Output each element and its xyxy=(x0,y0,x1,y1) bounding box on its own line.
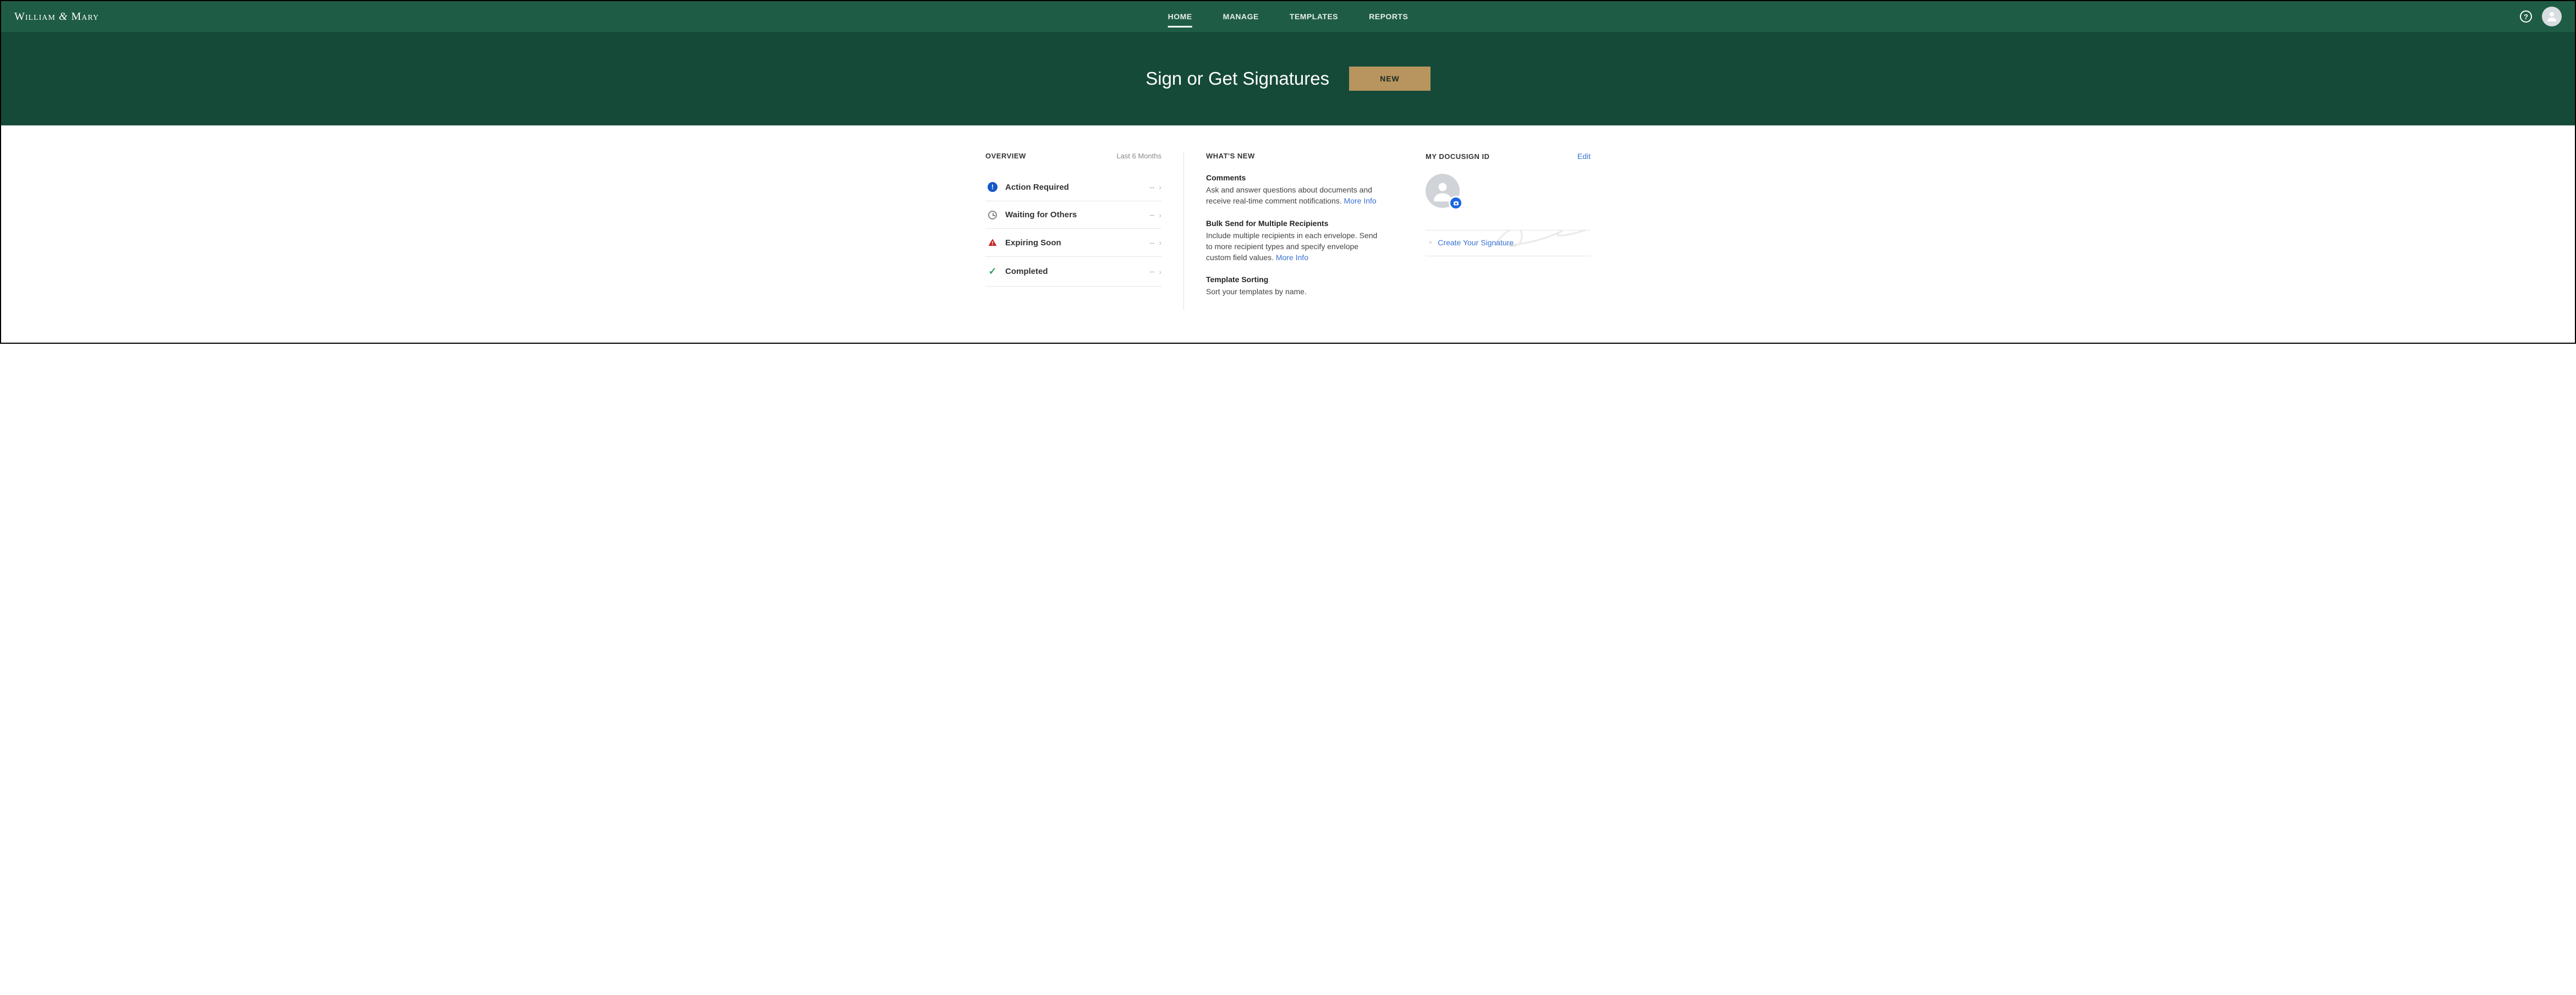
more-info-link[interactable]: More Info xyxy=(1344,196,1377,205)
check-icon: ✓ xyxy=(988,266,996,277)
help-icon[interactable]: ? xyxy=(2520,10,2532,23)
nav-tabs-container: HOME MANAGE TEMPLATES REPORTS xyxy=(1168,1,1408,32)
overview-count: -- xyxy=(1150,239,1155,247)
nav-tab-home[interactable]: HOME xyxy=(1168,1,1192,32)
overview-count: -- xyxy=(1150,183,1155,191)
edit-link[interactable]: Edit xyxy=(1577,152,1591,161)
hero-banner: Sign or Get Signatures NEW xyxy=(1,32,2575,125)
whats-new-item-body: Ask and answer questions about documents… xyxy=(1206,184,1382,207)
chevron-right-icon: › xyxy=(1159,238,1161,247)
chevron-right-icon: › xyxy=(1159,211,1161,219)
upload-photo-button[interactable] xyxy=(1449,196,1463,210)
whats-new-item-title: Bulk Send for Multiple Recipients xyxy=(1206,219,1382,228)
whats-new-item: Template Sorting Sort your templates by … xyxy=(1206,275,1382,297)
whats-new-item-body: Sort your templates by name. xyxy=(1206,286,1382,297)
overview-row-waiting[interactable]: Waiting for Others -- › xyxy=(985,201,1161,229)
bullet-icon: × xyxy=(1429,240,1432,246)
overview-label: Expiring Soon xyxy=(1005,238,1150,248)
whats-new-item: Comments Ask and answer questions about … xyxy=(1206,173,1382,207)
signature-row: × Create Your Signature xyxy=(1426,230,1591,256)
create-signature-link[interactable]: Create Your Signature xyxy=(1438,238,1514,247)
overview-count: -- xyxy=(1150,267,1155,276)
whats-new-item-body: Include multiple recipients in each enve… xyxy=(1206,230,1382,263)
clock-icon xyxy=(988,211,997,219)
chevron-right-icon: › xyxy=(1159,183,1161,191)
person-icon xyxy=(2545,10,2558,23)
overview-panel: OVERVIEW Last 6 Months ! Action Required… xyxy=(963,152,1183,310)
overview-range: Last 6 Months xyxy=(1116,152,1161,160)
profile-photo xyxy=(1426,174,1460,208)
my-docusign-id-panel: MY DOCUSIGN ID Edit xyxy=(1404,152,1613,310)
new-button[interactable]: NEW xyxy=(1349,67,1430,91)
overview-title: OVERVIEW xyxy=(985,152,1026,160)
camera-icon xyxy=(1453,200,1460,207)
whats-new-item-title: Comments xyxy=(1206,173,1382,182)
overview-row-action-required[interactable]: ! Action Required -- › xyxy=(985,173,1161,201)
my-id-title: MY DOCUSIGN ID xyxy=(1426,152,1490,161)
warning-icon xyxy=(985,238,1000,248)
user-avatar[interactable] xyxy=(2542,7,2562,26)
chevron-right-icon: › xyxy=(1159,267,1161,276)
overview-row-expiring[interactable]: Expiring Soon -- › xyxy=(985,229,1161,257)
nav-tab-templates[interactable]: TEMPLATES xyxy=(1290,1,1338,32)
hero-title: Sign or Get Signatures xyxy=(1146,68,1329,89)
overview-row-completed[interactable]: ✓ Completed -- › xyxy=(985,257,1161,287)
top-nav: William & Mary HOME MANAGE TEMPLATES REP… xyxy=(1,1,2575,32)
whats-new-item: Bulk Send for Multiple Recipients Includ… xyxy=(1206,219,1382,263)
more-info-link[interactable]: More Info xyxy=(1276,253,1308,262)
overview-count: -- xyxy=(1150,211,1155,219)
whats-new-panel: WHAT'S NEW Comments Ask and answer quest… xyxy=(1183,152,1404,310)
whats-new-title: WHAT'S NEW xyxy=(1206,152,1255,160)
overview-label: Completed xyxy=(1005,267,1150,276)
nav-tab-manage[interactable]: MANAGE xyxy=(1223,1,1259,32)
nav-tab-reports[interactable]: REPORTS xyxy=(1369,1,1408,32)
whats-new-item-title: Template Sorting xyxy=(1206,275,1382,284)
alert-icon: ! xyxy=(988,182,997,192)
overview-label: Waiting for Others xyxy=(1005,210,1150,219)
overview-label: Action Required xyxy=(1005,183,1150,192)
brand-logo: William & Mary xyxy=(14,10,99,23)
